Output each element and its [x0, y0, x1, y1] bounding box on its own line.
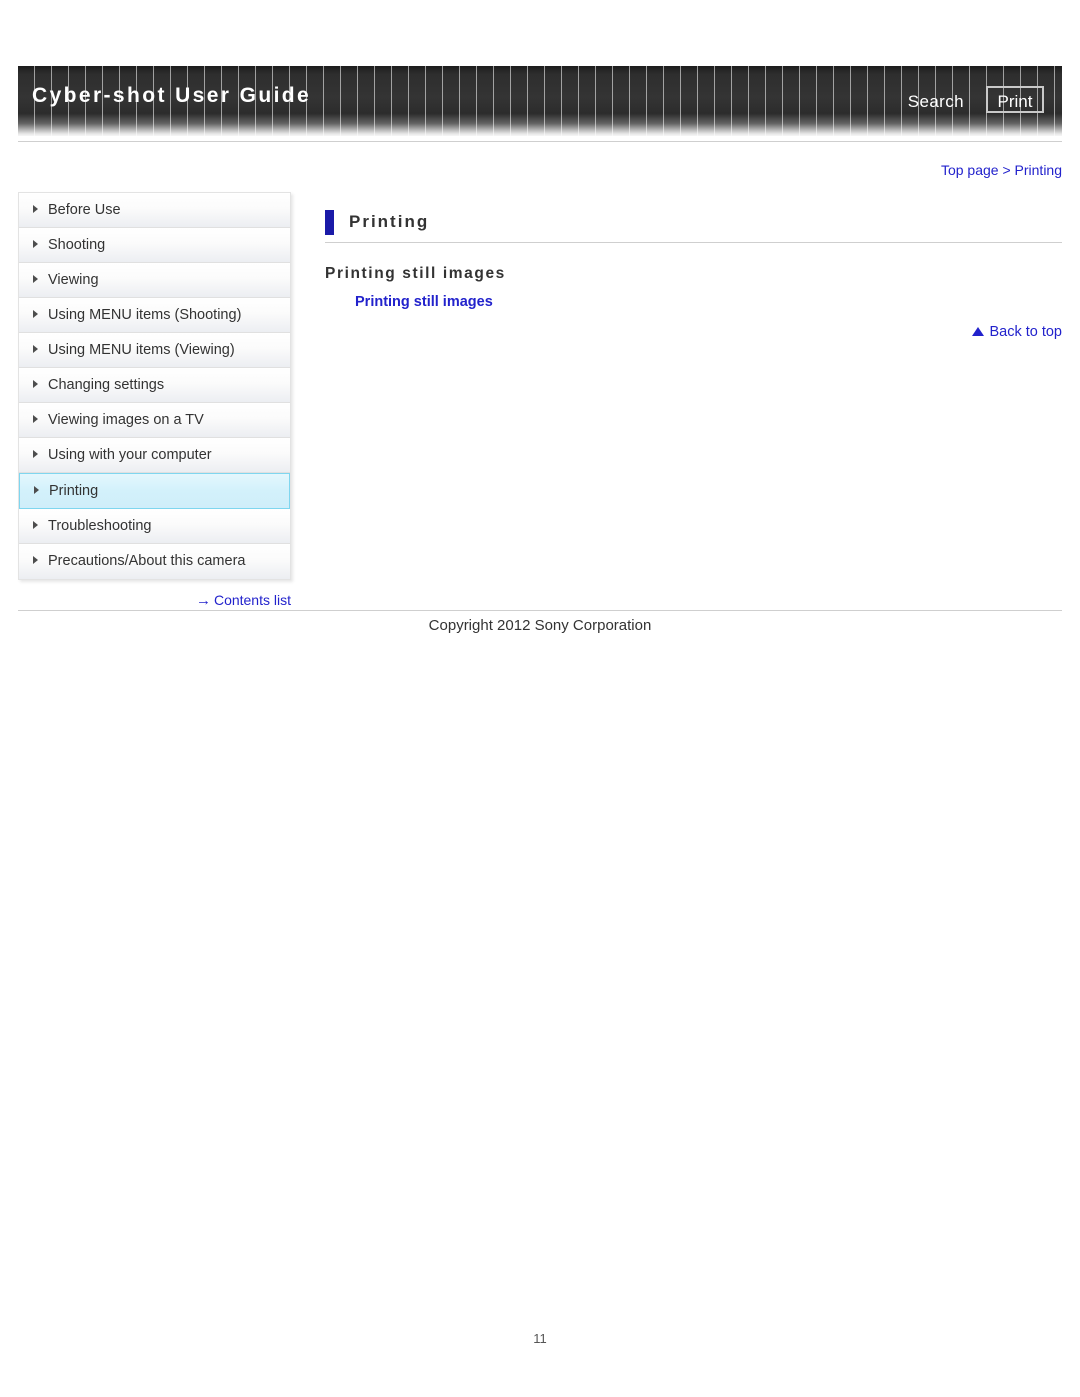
section-link-printing-still-images[interactable]: Printing still images: [355, 294, 1062, 310]
back-to-top-link[interactable]: Back to top: [972, 324, 1062, 340]
sidebar-item-label: Shooting: [48, 237, 106, 253]
back-to-top-label: Back to top: [989, 324, 1062, 340]
sidebar-item-using-menu-items-shooting[interactable]: Using MENU items (Shooting): [19, 298, 290, 333]
sidebar-item-viewing[interactable]: Viewing: [19, 263, 290, 298]
sidebar-item-label: Changing settings: [48, 377, 165, 393]
main-content: Printing Printing still images Printing …: [325, 210, 1062, 340]
print-button[interactable]: Print: [986, 86, 1044, 113]
sidebar-item-using-with-your-computer[interactable]: Using with your computer: [19, 438, 290, 473]
arrow-right-icon: →: [195, 592, 211, 609]
triangle-right-icon: [33, 205, 38, 214]
triangle-right-icon: [33, 415, 38, 424]
triangle-right-icon: [33, 345, 38, 354]
sidebar-item-using-menu-items-viewing[interactable]: Using MENU items (Viewing): [19, 333, 290, 368]
section-heading: Printing still images: [325, 265, 506, 282]
sidebar-item-label: Using MENU items (Shooting): [48, 307, 242, 323]
sidebar-item-before-use[interactable]: Before Use: [19, 193, 290, 228]
sidebar-item-label: Using with your computer: [48, 447, 212, 463]
triangle-right-icon: [33, 521, 38, 530]
sidebar-item-changing-settings[interactable]: Changing settings: [19, 368, 290, 403]
sidebar-item-precautions-about-this-camera[interactable]: Precautions/About this camera: [19, 544, 290, 579]
contents-list-link[interactable]: → Contents list: [18, 592, 291, 609]
sidebar-item-label: Viewing: [48, 272, 99, 288]
site-header-banner: Cyber-shot User Guide Search Print: [18, 66, 1062, 136]
sidebar-item-label: Using MENU items (Viewing): [48, 342, 235, 358]
page-title: Printing: [349, 212, 430, 231]
triangle-right-icon: [34, 486, 39, 495]
triangle-right-icon: [33, 275, 38, 284]
page-title-row: Printing: [325, 210, 1062, 243]
triangle-right-icon: [33, 380, 38, 389]
page-number: 11: [533, 1331, 547, 1346]
sidebar-item-troubleshooting[interactable]: Troubleshooting: [19, 509, 290, 544]
triangle-up-icon: [972, 326, 985, 336]
footer-divider: [18, 610, 1062, 611]
sidebar-item-label: Troubleshooting: [48, 518, 152, 534]
site-title: Cyber-shot User Guide: [32, 84, 312, 107]
sidebar-nav: Before Use Shooting Viewing Using MENU i…: [18, 192, 291, 580]
contents-list-label: Contents list: [213, 592, 291, 608]
sidebar-item-label: Before Use: [48, 202, 121, 218]
triangle-right-icon: [33, 240, 38, 249]
header-divider: [18, 141, 1062, 142]
page-title-marker: [325, 210, 334, 235]
sidebar-item-label: Precautions/About this camera: [48, 553, 246, 569]
triangle-right-icon: [33, 310, 38, 319]
copyright-text: Copyright 2012 Sony Corporation: [428, 617, 652, 634]
breadcrumb[interactable]: Top page > Printing: [941, 162, 1062, 178]
sidebar-item-label: Printing: [49, 483, 99, 499]
triangle-right-icon: [33, 450, 38, 459]
sidebar-item-printing[interactable]: Printing: [19, 473, 290, 509]
search-link[interactable]: Search: [908, 92, 964, 112]
sidebar-item-shooting[interactable]: Shooting: [19, 228, 290, 263]
sidebar-item-viewing-images-on-a-tv[interactable]: Viewing images on a TV: [19, 403, 290, 438]
sidebar-item-label: Viewing images on a TV: [48, 412, 204, 428]
triangle-right-icon: [33, 556, 38, 565]
